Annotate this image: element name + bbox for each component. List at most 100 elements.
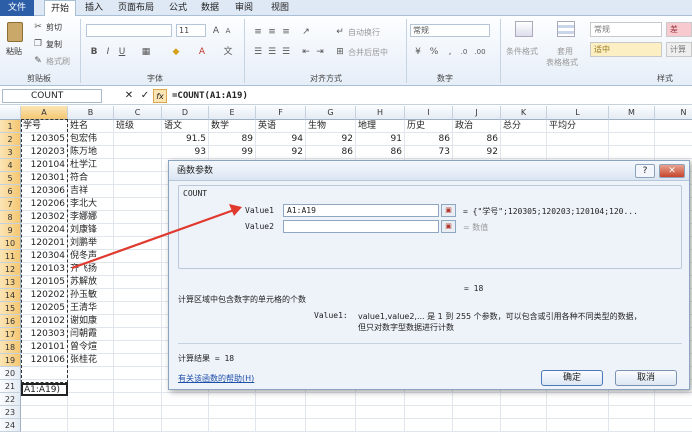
empty-cell[interactable] bbox=[114, 172, 162, 185]
empty-cell[interactable] bbox=[114, 263, 162, 276]
column-header-h[interactable]: H bbox=[356, 106, 405, 120]
increase-decimal-icon[interactable]: .0 bbox=[458, 46, 470, 58]
table-cell[interactable]: 120102 bbox=[21, 315, 68, 328]
empty-cell[interactable] bbox=[114, 328, 162, 341]
row-header[interactable]: 23 bbox=[0, 406, 21, 419]
column-header-m[interactable]: M bbox=[609, 106, 655, 120]
table-cell[interactable]: 120204 bbox=[21, 224, 68, 237]
empty-cell[interactable] bbox=[547, 393, 609, 406]
table-cell[interactable]: 苏解放 bbox=[68, 276, 114, 289]
table-cell[interactable]: 86 bbox=[405, 133, 453, 146]
border-icon[interactable]: ▦ bbox=[140, 46, 152, 58]
table-cell[interactable]: 86 bbox=[356, 146, 405, 159]
row-header[interactable]: 14 bbox=[0, 289, 21, 302]
column-header-d[interactable]: D bbox=[162, 106, 209, 120]
empty-cell[interactable] bbox=[114, 289, 162, 302]
value1-input[interactable]: A1:A19 bbox=[283, 204, 439, 217]
empty-cell[interactable] bbox=[114, 146, 162, 159]
font-size-combo[interactable]: 11 bbox=[176, 24, 206, 37]
row-header[interactable]: 12 bbox=[0, 263, 21, 276]
table-cell[interactable]: 120303 bbox=[21, 328, 68, 341]
empty-cell[interactable] bbox=[114, 250, 162, 263]
column-header-l[interactable]: L bbox=[547, 106, 609, 120]
table-cell[interactable]: 倪冬声 bbox=[68, 250, 114, 263]
font-color-icon[interactable]: A bbox=[196, 46, 208, 58]
table-cell[interactable]: 历史 bbox=[405, 120, 453, 133]
name-box[interactable]: COUNT bbox=[2, 89, 102, 103]
active-cell-a20[interactable]: A1:A19) bbox=[21, 383, 68, 396]
empty-cell[interactable] bbox=[162, 393, 209, 406]
tab-page-layout[interactable]: 页面布局 bbox=[112, 0, 160, 16]
font-name-combo[interactable] bbox=[86, 24, 172, 37]
decrease-decimal-icon[interactable]: .00 bbox=[474, 46, 486, 58]
merge-center-button[interactable]: ⊞ 合并后居中 bbox=[334, 46, 406, 58]
table-cell[interactable]: 93 bbox=[162, 146, 209, 159]
empty-cell[interactable] bbox=[609, 146, 655, 159]
row-header[interactable]: 24 bbox=[0, 419, 21, 432]
row-header[interactable]: 17 bbox=[0, 328, 21, 341]
paste-button[interactable]: 粘贴 bbox=[4, 20, 26, 64]
column-header-i[interactable]: I bbox=[405, 106, 453, 120]
table-cell[interactable]: 120103 bbox=[21, 263, 68, 276]
italic-icon[interactable]: I bbox=[102, 46, 114, 58]
table-cell[interactable]: 91.5 bbox=[162, 133, 209, 146]
table-cell[interactable]: 120205 bbox=[21, 302, 68, 315]
empty-cell[interactable] bbox=[114, 198, 162, 211]
style-normal[interactable]: 常规 bbox=[590, 22, 662, 37]
tab-review[interactable]: 审阅 bbox=[228, 0, 260, 16]
row-header[interactable]: 9 bbox=[0, 224, 21, 237]
comma-icon[interactable]: , bbox=[444, 46, 456, 58]
copy-button[interactable]: ❐ 复制 bbox=[32, 38, 72, 50]
wrap-text-button[interactable]: ↵ 自动换行 bbox=[334, 26, 398, 38]
row-header[interactable]: 4 bbox=[0, 159, 21, 172]
table-cell[interactable]: 120306 bbox=[21, 185, 68, 198]
empty-cell[interactable] bbox=[114, 302, 162, 315]
table-cell[interactable]: 120101 bbox=[21, 341, 68, 354]
empty-cell[interactable] bbox=[501, 406, 547, 419]
table-cell[interactable]: 120304 bbox=[21, 250, 68, 263]
table-cell[interactable]: 刘康锋 bbox=[68, 224, 114, 237]
empty-cell[interactable] bbox=[655, 133, 692, 146]
empty-cell[interactable] bbox=[114, 393, 162, 406]
cancel-button[interactable]: 取消 bbox=[615, 370, 677, 386]
indent-decrease-icon[interactable]: ⇤ bbox=[300, 46, 312, 58]
table-cell[interactable]: 王清华 bbox=[68, 302, 114, 315]
empty-cell[interactable] bbox=[655, 146, 692, 159]
align-right-icon[interactable]: ☰ bbox=[280, 46, 292, 58]
shrink-font-icon[interactable]: A bbox=[222, 25, 234, 37]
table-format-button[interactable]: 套用 表格格式 bbox=[546, 18, 586, 70]
empty-cell[interactable] bbox=[655, 419, 692, 432]
table-cell[interactable]: 地理 bbox=[356, 120, 405, 133]
empty-cell[interactable] bbox=[114, 133, 162, 146]
table-cell[interactable]: 120301 bbox=[21, 172, 68, 185]
table-cell[interactable]: 86 bbox=[306, 146, 356, 159]
fill-color-icon[interactable]: ◆ bbox=[170, 46, 182, 58]
table-cell[interactable]: 89 bbox=[209, 133, 256, 146]
ok-button[interactable]: 确定 bbox=[541, 370, 603, 386]
table-cell[interactable]: 生物 bbox=[306, 120, 356, 133]
empty-cell[interactable] bbox=[114, 419, 162, 432]
empty-cell[interactable] bbox=[114, 211, 162, 224]
tab-view[interactable]: 视图 bbox=[264, 0, 296, 16]
tab-file[interactable]: 文件 bbox=[0, 0, 34, 16]
table-cell[interactable]: 英语 bbox=[256, 120, 306, 133]
empty-cell[interactable] bbox=[162, 419, 209, 432]
empty-cell[interactable] bbox=[21, 367, 68, 380]
empty-cell[interactable] bbox=[114, 341, 162, 354]
enter-icon[interactable]: ✓ bbox=[138, 89, 152, 103]
table-cell[interactable]: 86 bbox=[453, 133, 501, 146]
tab-formulas[interactable]: 公式 bbox=[164, 0, 192, 16]
empty-cell[interactable] bbox=[501, 133, 547, 146]
row-header[interactable]: 10 bbox=[0, 237, 21, 250]
row-header[interactable]: 3 bbox=[0, 146, 21, 159]
empty-cell[interactable] bbox=[356, 419, 405, 432]
table-cell[interactable]: 包宏伟 bbox=[68, 133, 114, 146]
format-painter-button[interactable]: ✎ 格式刷 bbox=[32, 55, 78, 67]
empty-cell[interactable] bbox=[405, 419, 453, 432]
empty-cell[interactable] bbox=[655, 393, 692, 406]
table-cell[interactable]: 120106 bbox=[21, 354, 68, 367]
tab-insert[interactable]: 插入 bbox=[80, 0, 108, 16]
style-calc[interactable]: 计算 bbox=[666, 42, 692, 57]
table-cell[interactable]: 92 bbox=[306, 133, 356, 146]
table-cell[interactable]: 谢如康 bbox=[68, 315, 114, 328]
